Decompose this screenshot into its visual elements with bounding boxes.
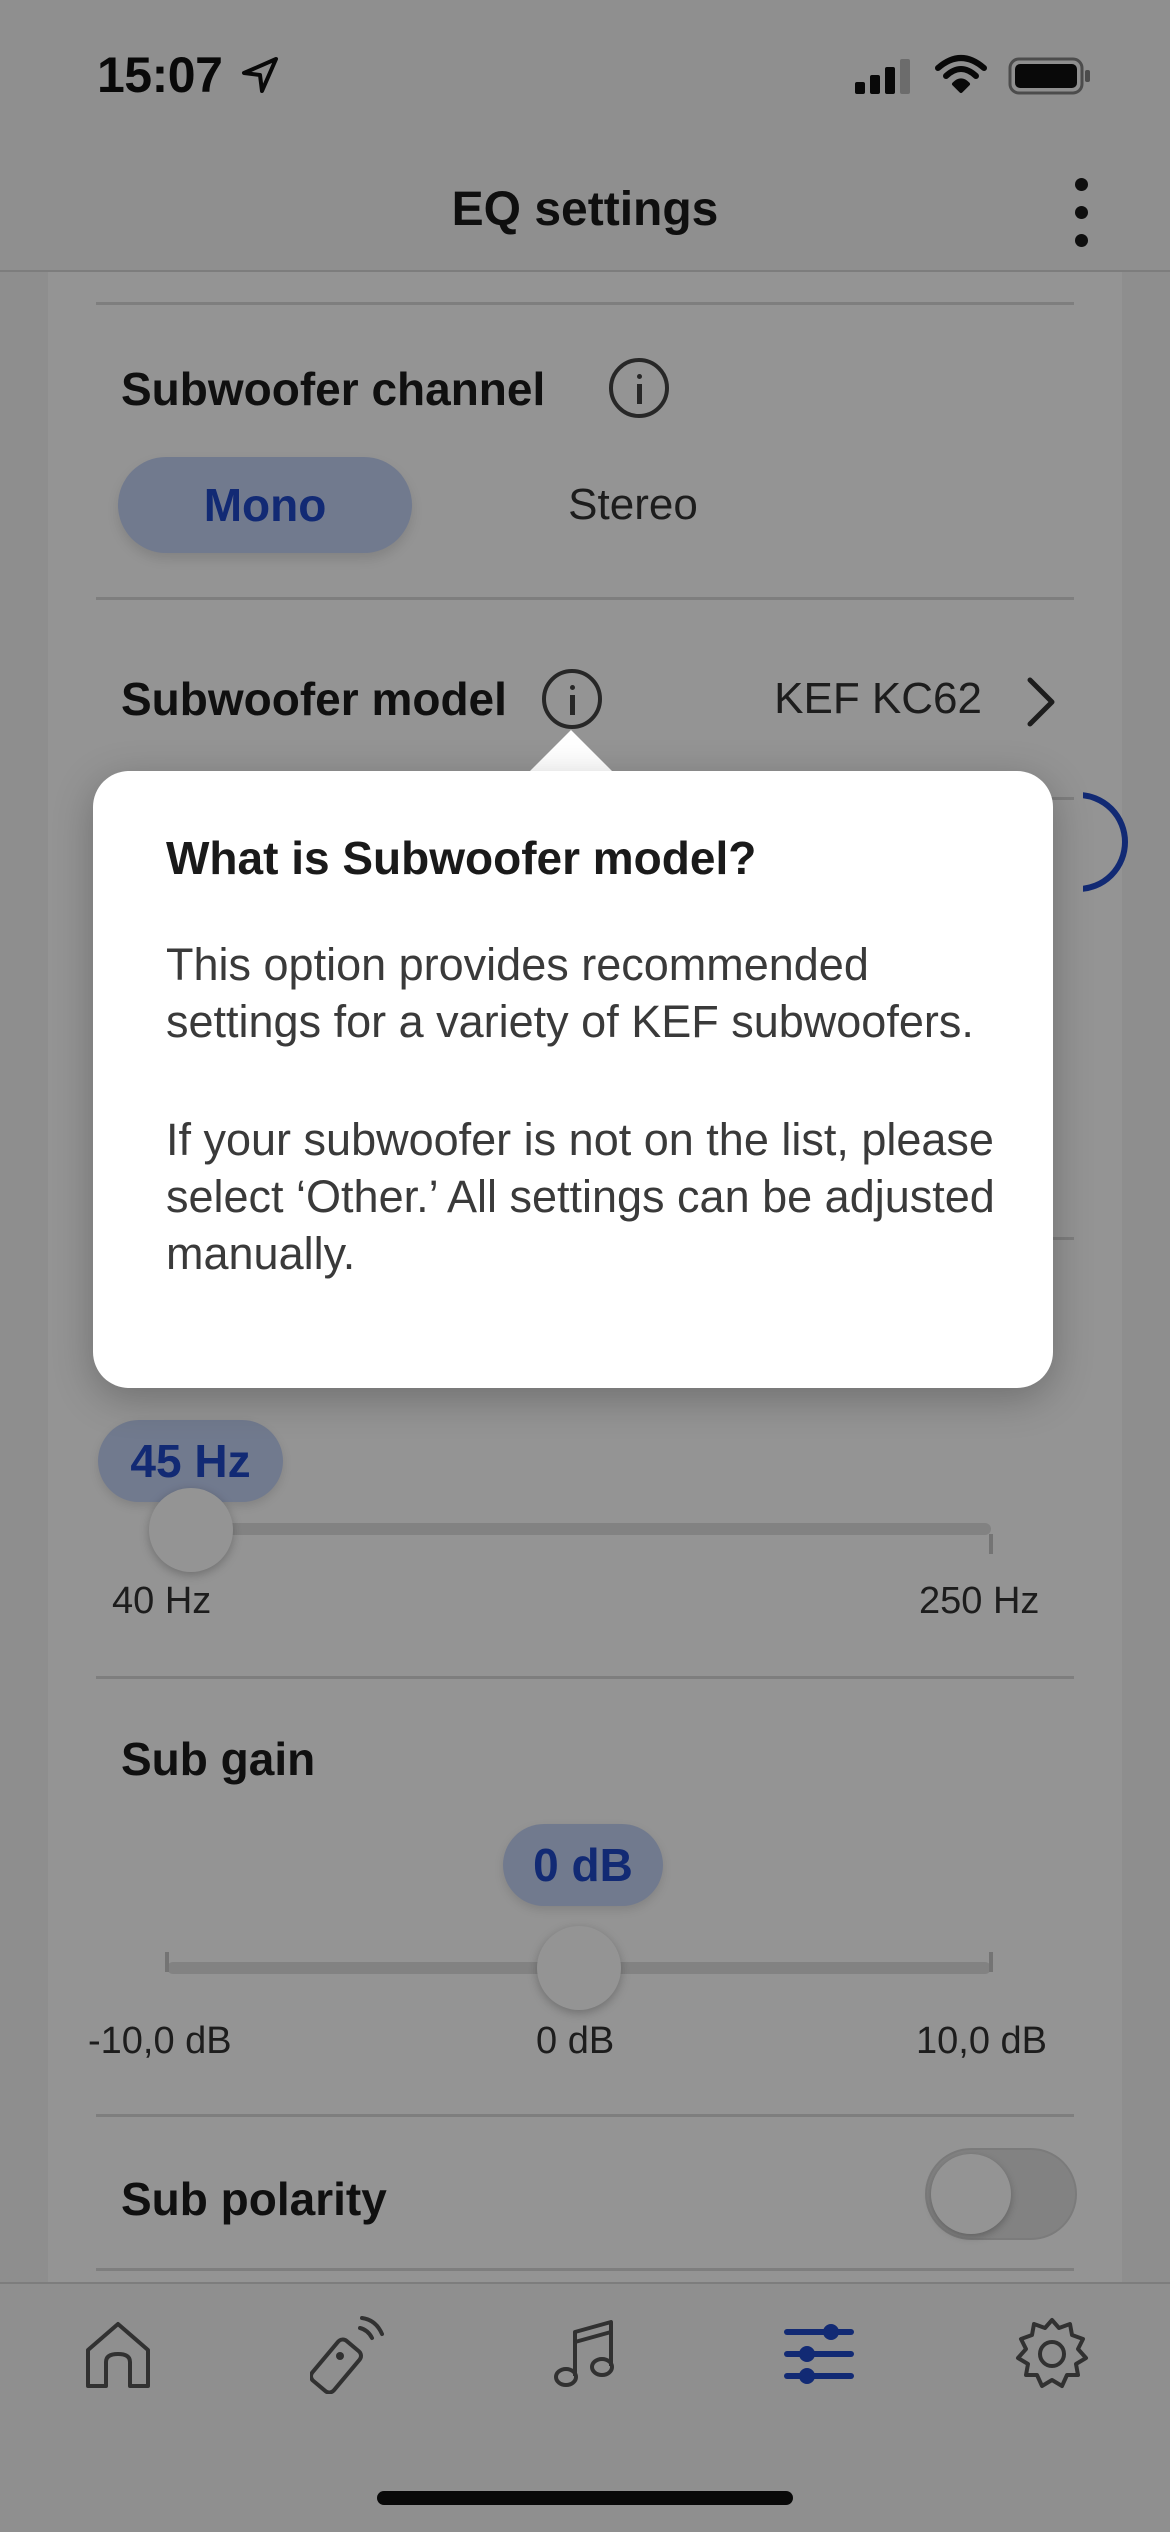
popover-paragraph: This option provides recommended setting… xyxy=(166,939,974,1047)
popover-paragraph: If your subwoofer is not on the list, pl… xyxy=(166,1114,995,1279)
popover-arrow xyxy=(527,730,615,774)
popover-title: What is Subwoofer model? xyxy=(166,832,757,884)
eq-settings-screen: 15:07 EQ settings Subwoofer channel Mono… xyxy=(0,0,1170,2532)
info-popover: What is Subwoofer model? This option pro… xyxy=(93,771,1053,1388)
